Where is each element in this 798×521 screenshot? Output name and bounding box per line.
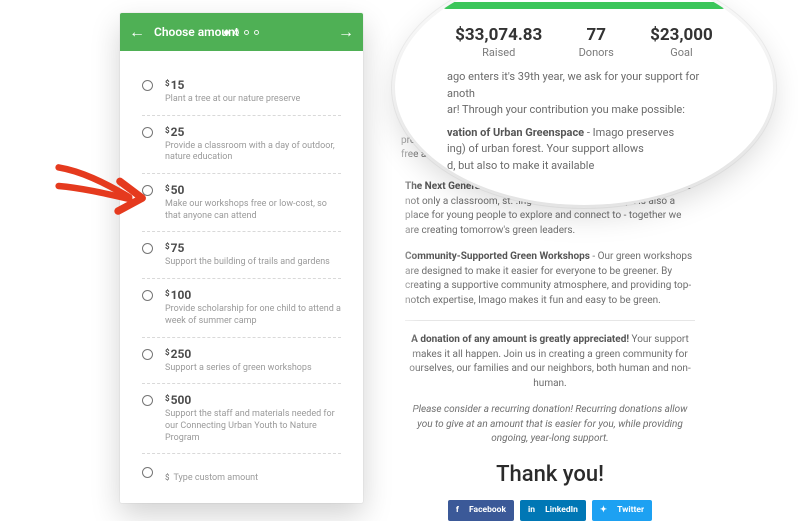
amount-radio[interactable] xyxy=(142,349,153,360)
amount-radio[interactable] xyxy=(142,243,153,254)
amount-description: Provide a classroom with a day of outdoo… xyxy=(165,141,341,164)
thank-you-heading: Thank you! xyxy=(405,459,695,491)
amount-value: 75 xyxy=(171,241,185,255)
panel-header: ← Choose amount → xyxy=(120,13,363,51)
amount-description: Provide scholarship for one child to att… xyxy=(165,304,341,327)
amount-description: Plant a tree at our nature preserve xyxy=(165,94,341,106)
amount-radio[interactable] xyxy=(142,185,153,196)
amount-radio[interactable] xyxy=(142,290,153,301)
forward-button[interactable]: → xyxy=(329,13,363,51)
amount-description: Support a series of green workshops xyxy=(165,363,341,375)
amount-description: Make our workshops free or low-cost, so … xyxy=(165,199,341,222)
amount-description: Support the staff and materials needed f… xyxy=(165,409,341,444)
amount-radio[interactable] xyxy=(142,395,153,406)
amount-option[interactable]: $25Provide a classroom with a day of out… xyxy=(142,116,341,174)
amount-value: 500 xyxy=(171,393,192,407)
section-heading: Community-Supported Green Workshops xyxy=(405,251,590,262)
magnifier-callout: $33,074.83 Raised 77 Donors $23,000 Goal… xyxy=(395,0,773,205)
back-button[interactable]: ← xyxy=(120,13,154,51)
amount-radio-custom[interactable] xyxy=(142,467,153,478)
panel-title: Choose amount xyxy=(154,25,329,39)
amount-value: 250 xyxy=(171,347,192,361)
stat-raised: $33,074.83 Raised xyxy=(455,25,542,59)
amount-option[interactable]: $15Plant a tree at our nature preserve xyxy=(142,69,341,116)
amount-value: 50 xyxy=(171,183,185,197)
amount-value: 100 xyxy=(171,288,192,302)
stat-donors: 77 Donors xyxy=(579,25,614,59)
amount-radio[interactable] xyxy=(142,80,153,91)
progress-bar xyxy=(443,2,725,9)
amount-option[interactable]: $50Make our workshops free or low-cost, … xyxy=(142,174,341,232)
amount-option[interactable]: $500Support the staff and materials need… xyxy=(142,384,341,454)
amount-description: Support the building of trails and garde… xyxy=(165,257,341,269)
amount-radio[interactable] xyxy=(142,127,153,138)
amount-value: 25 xyxy=(171,125,185,139)
amount-option[interactable]: $100Provide scholarship for one child to… xyxy=(142,279,341,337)
amount-option[interactable]: $75Support the building of trails and ga… xyxy=(142,232,341,279)
stat-goal: $23,000 Goal xyxy=(650,25,713,59)
amount-value: 15 xyxy=(171,78,185,92)
amount-option[interactable]: $250Support a series of green workshops xyxy=(142,338,341,385)
donation-panel: ← Choose amount → $15Plant a tree at our… xyxy=(120,13,363,503)
custom-amount-row[interactable]: $Type custom amount xyxy=(142,454,341,497)
campaign-stats: $33,074.83 Raised 77 Donors $23,000 Goal xyxy=(429,23,739,69)
